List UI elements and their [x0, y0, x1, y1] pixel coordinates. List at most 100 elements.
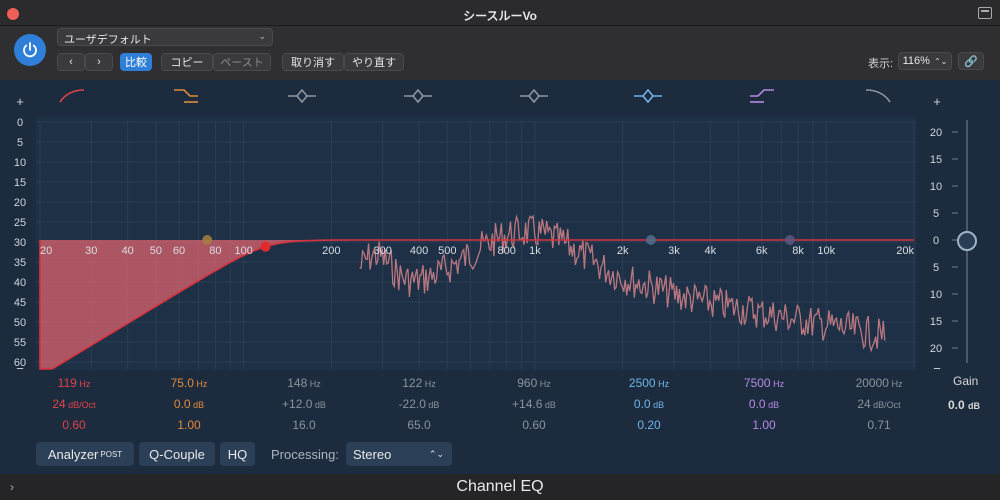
preset-dropdown[interactable]: ユーザデフォルト ⌄: [57, 28, 273, 46]
hq-button[interactable]: HQ: [220, 442, 255, 466]
next-preset-button[interactable]: ›: [85, 53, 113, 71]
band-gain-value: 24: [52, 397, 66, 411]
band-gain[interactable]: +14.6 dB: [484, 397, 584, 411]
q-couple-button[interactable]: Q-Couple: [139, 442, 215, 466]
freq-label: 6k: [756, 245, 768, 257]
db-scale-label: 50: [14, 317, 26, 329]
band-q[interactable]: 0.60: [484, 418, 584, 432]
freq-label: 500: [438, 245, 456, 257]
chevron-down-icon: ⌄: [258, 31, 266, 41]
band-q[interactable]: 1.00: [139, 418, 239, 432]
bell-icon[interactable]: [520, 88, 548, 97]
window-mode-icon[interactable]: [978, 7, 992, 19]
band-gain-unit: dB/Oct: [870, 400, 901, 410]
band-q[interactable]: 65.0: [369, 418, 469, 432]
band-gain[interactable]: -22.0 dB: [369, 397, 469, 411]
band-gain-row: 24 dB/Oct 0.0 dB +12.0 dB -22.0 dB +14.6 dB 0…: [0, 397, 1000, 415]
band-frequency-unit: Hz: [307, 379, 321, 389]
band-frequency-value: 148: [287, 376, 308, 390]
low-cut-handle[interactable]: [260, 241, 271, 252]
bell-icon: [528, 95, 540, 104]
previous-preset-button[interactable]: ‹: [57, 53, 85, 71]
db-scale-label: 45: [14, 297, 26, 309]
band-frequency[interactable]: 119 Hz: [24, 376, 124, 390]
band-q[interactable]: 0.71: [829, 418, 929, 432]
band-gain-unit: dB: [542, 400, 556, 410]
band-frequency-value: 7500: [743, 376, 771, 390]
band-gain[interactable]: +12.0 dB: [254, 397, 354, 411]
band-q[interactable]: 1.00: [714, 418, 814, 432]
high-shelf-handle[interactable]: [784, 235, 795, 245]
freq-label: 200: [322, 245, 340, 257]
freq-label: 1k: [529, 245, 541, 257]
band-q[interactable]: 16.0: [254, 418, 354, 432]
undo-button[interactable]: 取り消す: [282, 53, 344, 71]
band-q-row: 0.60 1.00 16.0 65.0 0.60 0.20 1.00 0.71: [0, 418, 1000, 436]
band-q-value: 1.00: [752, 418, 776, 432]
db-scale-label: 30: [14, 237, 26, 249]
analyzer-button[interactable]: Analyzer POST: [36, 442, 134, 466]
processing-select[interactable]: Stereo ⌃⌄: [346, 442, 452, 466]
band-gain[interactable]: 24 dB/Oct: [24, 397, 124, 411]
power-button[interactable]: [14, 34, 46, 66]
band-gain[interactable]: 24 dB/Oct: [829, 397, 929, 411]
band-handle[interactable]: [645, 235, 656, 245]
freq-label: 8k: [792, 245, 804, 257]
band-gain-unit: dB: [312, 400, 326, 410]
preset-name: ユーザデフォルト: [64, 34, 152, 46]
band-gain-unit: dB: [425, 400, 440, 410]
band-q[interactable]: 0.20: [599, 418, 699, 432]
db-scale-label: 5: [17, 137, 23, 149]
band-gain-value: 0.0: [748, 397, 766, 411]
high-shelf-icon[interactable]: [750, 89, 774, 97]
band-frequency-value: 2500: [628, 376, 656, 390]
db-scale-label: 0: [17, 117, 23, 129]
gain-scale-label: 5: [933, 208, 939, 220]
bell-icon[interactable]: [288, 88, 316, 97]
chevron-left-icon: ‹: [69, 56, 73, 68]
band-gain[interactable]: 0.0 dB: [139, 397, 239, 411]
bell-icon[interactable]: [634, 88, 662, 97]
freq-label: 50: [150, 245, 162, 257]
band-frequency[interactable]: 75.0 Hz: [139, 376, 239, 390]
high-cut-icon[interactable]: [865, 89, 891, 103]
band-gain-value: +14.6: [512, 397, 543, 411]
gain-scale-label: 0: [933, 235, 939, 247]
band-frequency-unit: Hz: [422, 379, 436, 389]
paste-button[interactable]: ペースト: [213, 53, 271, 71]
compare-button[interactable]: 比較: [120, 53, 152, 71]
band-frequency[interactable]: 7500 Hz: [714, 376, 814, 390]
copy-button[interactable]: コピー: [161, 53, 213, 71]
link-button[interactable]: 🔗: [958, 52, 984, 70]
freq-label: 20: [40, 245, 52, 257]
low-shelf-handle[interactable]: [202, 235, 213, 245]
zoom-select[interactable]: 116% ⌃⌄: [898, 52, 952, 70]
low-cut-icon[interactable]: [59, 89, 85, 103]
redo-button[interactable]: やり直す: [344, 53, 404, 71]
bell-icon: [412, 95, 424, 104]
freq-label: 400: [410, 245, 428, 257]
plugin-name: Channel EQ: [456, 478, 544, 495]
band-gain[interactable]: 0.0 dB: [599, 397, 699, 411]
freq-label: 20k: [896, 245, 914, 257]
band-frequency[interactable]: 122 Hz: [369, 376, 469, 390]
low-shelf-icon[interactable]: [174, 89, 198, 97]
freq-label: 100: [234, 245, 252, 257]
zoom-in-icon: +: [16, 94, 24, 109]
band-frequency[interactable]: 960 Hz: [484, 376, 584, 390]
band-frequency[interactable]: 2500 Hz: [599, 376, 699, 390]
db-scale-label: 40: [14, 277, 26, 289]
band-q-value: 65.0: [407, 418, 431, 432]
gain-zoom-out-icon: −: [933, 361, 941, 376]
band-gain-value: 0.0: [173, 397, 191, 411]
eq-panel: 0 5 10 15 20 25 30 35 40 45 50 55 60 + − + −20 15 10 5 0 5 10 1…: [0, 80, 1000, 474]
band-frequency[interactable]: 148 Hz: [254, 376, 354, 390]
gain-knob[interactable]: [957, 231, 977, 251]
eq-graph[interactable]: 051015202530354045505560+−+−201510505101…: [0, 80, 1000, 380]
band-frequency[interactable]: 20000 Hz: [829, 376, 929, 390]
bell-icon[interactable]: [404, 88, 432, 97]
band-q[interactable]: 0.60: [24, 418, 124, 432]
band-q-value: 0.71: [867, 418, 891, 432]
zoom-value: 116%: [902, 55, 930, 67]
band-gain[interactable]: 0.0 dB: [714, 397, 814, 411]
